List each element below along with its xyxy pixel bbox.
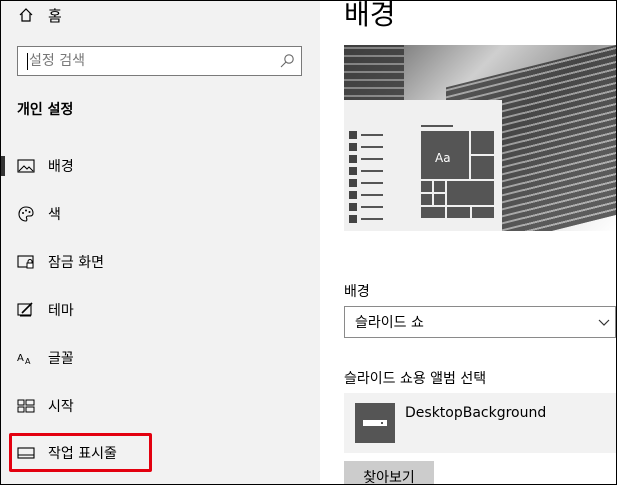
highlight-box <box>9 433 152 472</box>
sidebar-item-label: 색 <box>48 207 61 223</box>
start-icon <box>17 397 35 415</box>
sidebar-item-label: 테마 <box>48 303 74 319</box>
sidebar-item-background[interactable]: 배경 <box>1 146 320 186</box>
sidebar-item-theme[interactable]: 테마 <box>1 290 320 330</box>
chevron-down-icon <box>598 319 610 326</box>
search-icon[interactable] <box>279 53 295 69</box>
theme-icon <box>17 301 35 319</box>
sidebar-item-color[interactable]: 색 <box>1 194 320 234</box>
page-title: 배경 <box>344 0 396 31</box>
sidebar-item-lock-screen[interactable]: 잠금 화면 <box>1 242 320 282</box>
main-content: 배경 Aa 배경 슬라이드 쇼 슬라이드 쇼용 앨범 선택 DesktopBac… <box>320 1 616 484</box>
album-label: 슬라이드 쇼용 앨범 선택 <box>344 371 487 387</box>
sidebar: 홈 개인 설정 배경 색 잠금 화면 <box>1 1 320 484</box>
sidebar-item-label: 잠금 화면 <box>48 255 104 271</box>
picture-icon <box>17 157 35 175</box>
lock-screen-icon <box>17 253 35 271</box>
sidebar-item-fonts[interactable]: AA 글꼴 <box>1 338 320 378</box>
album-folder-item[interactable]: DesktopBackground <box>344 393 616 453</box>
desktop-preview: Aa <box>344 100 502 231</box>
sidebar-item-label: 시작 <box>48 399 74 415</box>
background-dropdown-value: 슬라이드 쇼 <box>355 315 424 331</box>
background-preview: Aa <box>344 45 616 231</box>
background-dropdown[interactable]: 슬라이드 쇼 <box>344 306 616 338</box>
home-icon <box>19 8 33 22</box>
preview-tile-text: Aa <box>435 151 451 165</box>
folder-icon <box>355 403 395 443</box>
settings-window: 홈 개인 설정 배경 색 잠금 화면 <box>0 0 617 485</box>
background-label: 배경 <box>344 284 370 300</box>
sidebar-item-label: 배경 <box>48 159 74 175</box>
start-tiles: Aa <box>421 131 494 219</box>
search-input[interactable] <box>27 52 271 70</box>
start-menu-list <box>349 131 384 226</box>
sidebar-item-label: 글꼴 <box>48 351 74 367</box>
album-folder-name: DesktopBackground <box>405 405 547 421</box>
home-link[interactable]: 홈 <box>18 3 62 27</box>
preview-line <box>421 125 453 127</box>
browse-button[interactable]: 찾아보기 <box>344 461 434 484</box>
svg-text:A: A <box>17 353 24 364</box>
home-label: 홈 <box>48 6 62 25</box>
preview-tile: Aa <box>421 131 469 179</box>
text-caret <box>27 53 28 70</box>
font-icon: AA <box>17 349 35 367</box>
search-box[interactable] <box>17 46 302 76</box>
palette-icon <box>17 205 35 223</box>
sidebar-item-start[interactable]: 시작 <box>1 386 320 426</box>
svg-text:A: A <box>25 357 31 366</box>
section-title: 개인 설정 <box>17 102 74 118</box>
active-indicator <box>1 156 5 176</box>
